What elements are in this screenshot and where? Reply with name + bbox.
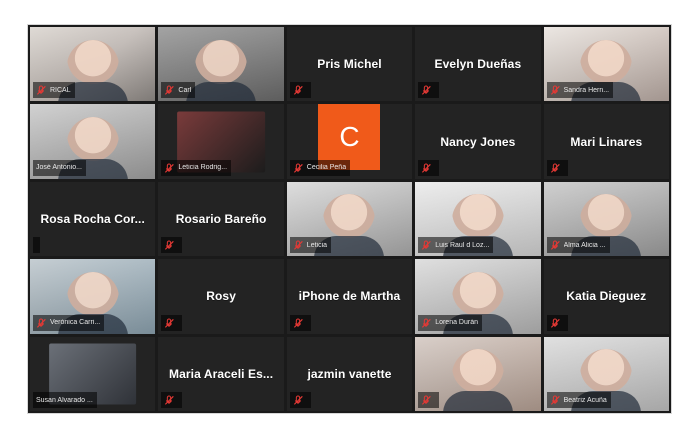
participant-name: Lorena Durán: [435, 319, 478, 327]
participant-tile[interactable]: Katia Dieguez: [543, 259, 669, 334]
participant-tile[interactable]: Lorena Durán: [415, 259, 541, 334]
participant-label: José Antonio...: [33, 159, 86, 176]
participant-name: Beatriz Acuña: [563, 396, 607, 404]
participant-label: [289, 392, 311, 408]
participant-label: Verónica Carri...: [33, 314, 105, 331]
participant-video: [195, 39, 248, 92]
participant-tile[interactable]: jazmin vanette: [286, 336, 413, 411]
microphone-muted-icon: [293, 85, 303, 95]
participant-tile[interactable]: Luis Raul d Loz...: [415, 181, 541, 257]
participant-tile[interactable]: Sandra Hern...: [543, 27, 669, 102]
participant-label: Leticia Rodrig...: [161, 159, 232, 176]
participant-tile[interactable]: Maria Araceli Es...: [158, 336, 284, 411]
participant-tile[interactable]: Rosy: [158, 259, 284, 334]
participant-label: [161, 392, 183, 408]
participant-name: Sandra Hern...: [563, 86, 610, 94]
participant-grid: RICAL Carl Pris Michel Evelyn Dueñas Sand…: [28, 25, 671, 413]
participant-name: Leticia Rodrig...: [178, 164, 228, 172]
participant-tile[interactable]: José Antonio...: [30, 104, 156, 179]
participant-tile[interactable]: C Cecilia Peña: [286, 104, 413, 179]
participant-label: Luis Raul d Loz...: [418, 237, 494, 254]
participant-label: Susan Alvarado ...: [33, 392, 97, 408]
participant-label: [418, 82, 440, 99]
participant-tile[interactable]: Evelyn Dueñas: [415, 27, 541, 102]
participant-tile[interactable]: Verónica Carri...: [30, 259, 156, 334]
microphone-muted-icon: [164, 318, 174, 328]
microphone-muted-icon: [421, 85, 431, 95]
participant-tile[interactable]: iPhone de Martha: [286, 259, 413, 334]
participant-label: [289, 82, 311, 99]
participant-name: RICAL: [50, 86, 71, 94]
participant-label: [161, 314, 183, 331]
participant-tile[interactable]: Rosa Rocha Cor...: [30, 181, 156, 257]
participant-name: Susan Alvarado ...: [36, 396, 93, 404]
participant-label: Beatriz Acuña: [546, 392, 611, 408]
participant-tile[interactable]: Leticia Rodrig...: [158, 104, 284, 179]
participant-label: [33, 237, 40, 254]
microphone-muted-icon: [421, 318, 431, 328]
participant-video: [451, 349, 504, 402]
microphone-muted-icon: [164, 163, 174, 173]
participant-name: José Antonio...: [36, 164, 82, 172]
microphone-muted-icon: [550, 85, 560, 95]
microphone-muted-icon: [164, 85, 174, 95]
microphone-muted-icon: [293, 318, 303, 328]
participant-label: [161, 237, 183, 254]
participant-name: Cecilia Peña: [306, 164, 347, 172]
participant-label: [546, 314, 568, 331]
microphone-muted-icon: [421, 163, 431, 173]
participant-name-center: Rosa Rocha Cor...: [40, 211, 145, 226]
microphone-muted-icon: [293, 395, 303, 405]
participant-label: Alma Alicia ...: [546, 237, 610, 254]
microphone-muted-icon: [550, 395, 560, 405]
participant-tile[interactable]: Alma Alicia ...: [543, 181, 669, 257]
microphone-muted-icon: [164, 395, 174, 405]
participant-tile[interactable]: [415, 336, 541, 411]
participant-label: Cecilia Peña: [289, 159, 351, 176]
microphone-muted-icon: [293, 240, 303, 250]
participant-tile[interactable]: Mari Linares: [543, 104, 669, 179]
participant-label: [546, 159, 568, 176]
microphone-muted-icon: [421, 395, 431, 405]
participant-tile[interactable]: Leticia: [286, 181, 413, 257]
participant-name: Leticia: [306, 241, 328, 249]
participant-name: Luis Raul d Loz...: [435, 241, 490, 249]
participant-name: Carl: [178, 86, 192, 94]
participant-tile[interactable]: Susan Alvarado ...: [30, 336, 156, 411]
microphone-muted-icon: [550, 240, 560, 250]
participant-video: [323, 194, 376, 247]
participant-label: Carl: [161, 82, 196, 99]
video-meeting-window: RICAL Carl Pris Michel Evelyn Dueñas Sand…: [27, 24, 672, 414]
participant-name: Verónica Carri...: [50, 319, 101, 327]
participant-name: Alma Alicia ...: [563, 241, 606, 249]
microphone-muted-icon: [164, 240, 174, 250]
participant-label: Lorena Durán: [418, 314, 482, 331]
participant-label: Leticia: [289, 237, 332, 254]
microphone-muted-icon: [36, 85, 46, 95]
participant-label: [418, 159, 440, 176]
microphone-muted-icon: [293, 163, 303, 173]
microphone-muted-icon: [421, 240, 431, 250]
participant-tile[interactable]: Nancy Jones: [415, 104, 541, 179]
participant-label: Sandra Hern...: [546, 82, 614, 99]
microphone-muted-icon: [550, 318, 560, 328]
participant-label: [289, 314, 311, 331]
participant-tile[interactable]: Carl: [158, 27, 284, 102]
participant-tile[interactable]: Pris Michel: [286, 27, 413, 102]
participant-tile[interactable]: Rosario Bareño: [158, 181, 284, 257]
microphone-muted-icon: [550, 163, 560, 173]
participant-tile[interactable]: Beatriz Acuña: [543, 336, 669, 411]
participant-label: [418, 392, 440, 408]
participant-tile[interactable]: RICAL: [30, 27, 156, 102]
microphone-muted-icon: [36, 318, 46, 328]
participant-label: RICAL: [33, 82, 75, 99]
